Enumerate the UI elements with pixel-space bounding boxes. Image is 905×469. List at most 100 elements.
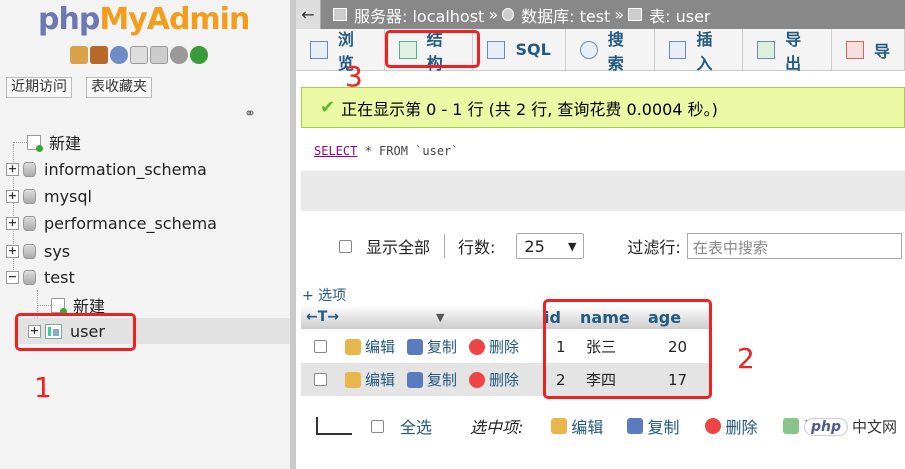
- tab-insert[interactable]: 插入: [655, 29, 744, 73]
- tab-export[interactable]: 导出: [743, 29, 832, 73]
- breadcrumb-table[interactable]: 表: user: [649, 3, 710, 27]
- success-message: ✔ 正在显示第 0 - 1 行 (共 2 行, 查询花费 0.0004 秒。): [301, 87, 905, 128]
- row-checkbox[interactable]: [314, 373, 327, 386]
- recent-tables-button[interactable]: 近期访问: [6, 77, 72, 98]
- search-icon: [579, 40, 598, 59]
- pencil-icon: [345, 338, 361, 355]
- filter-rows-input[interactable]: 在表中搜索: [686, 233, 902, 259]
- bulk-copy-button[interactable]: 复制: [627, 414, 679, 438]
- database-icon: [23, 161, 36, 177]
- database-icon: [23, 215, 36, 231]
- link-with-main-icon[interactable]: ⚭: [244, 106, 256, 122]
- rows-label: 行数:: [458, 238, 496, 257]
- copy-icon: [627, 418, 644, 434]
- pencil-icon: [551, 418, 568, 434]
- tree-label: performance_schema: [44, 213, 217, 233]
- row-edit-button[interactable]: 编辑: [345, 369, 395, 390]
- navigation-panel: phpMyAdmin 近期访问 表收藏夹 ⚭ 新建 + information_s…: [0, 0, 290, 469]
- breadcrumb-separator: »: [614, 5, 625, 24]
- bulk-edit-button[interactable]: 编辑: [551, 414, 603, 438]
- delete-icon: [469, 338, 486, 355]
- tree-db-information-schema[interactable]: + information_schema: [6, 156, 207, 182]
- tree-label: test: [44, 267, 75, 287]
- tab-sql[interactable]: SQL: [473, 29, 566, 70]
- breadcrumb-separator: »: [488, 5, 499, 24]
- chevron-down-icon: ▼: [567, 239, 577, 253]
- home-icon[interactable]: [70, 46, 88, 64]
- select-all-checkbox[interactable]: [371, 419, 384, 433]
- tab-import[interactable]: 导: [832, 29, 905, 70]
- query-toolbar: [301, 171, 905, 211]
- export-icon: [757, 40, 776, 59]
- bulk-delete-button[interactable]: 删除: [705, 414, 757, 438]
- tree-label: sys: [44, 241, 71, 261]
- tree-label: 新建: [49, 134, 82, 153]
- chevron-down-icon[interactable]: ▼: [436, 311, 544, 324]
- annotation-number-1: 1: [34, 371, 52, 404]
- tree-new-database[interactable]: 新建: [27, 129, 81, 155]
- expand-icon[interactable]: +: [6, 189, 19, 203]
- breadcrumb-database[interactable]: 数据库: test: [521, 3, 610, 27]
- arrow-up-icon: [316, 417, 352, 435]
- pencil-icon: [345, 371, 361, 388]
- browse-icon: [310, 40, 328, 59]
- database-icon: [23, 269, 36, 285]
- reload-icon[interactable]: [190, 46, 208, 64]
- tree-db-performance-schema[interactable]: + performance_schema: [6, 210, 217, 236]
- logout-icon[interactable]: [90, 46, 108, 64]
- show-all-checkbox[interactable]: [339, 239, 352, 253]
- site-watermark: php 中文网: [804, 416, 897, 437]
- sql-query[interactable]: SELECT * FROM `user`: [301, 129, 905, 171]
- show-all-label: 显示全部: [366, 238, 431, 257]
- check-icon: ✔: [320, 97, 336, 118]
- expand-icon[interactable]: +: [6, 162, 19, 176]
- breadcrumb-server[interactable]: 服务器: localhost: [354, 3, 484, 27]
- server-icon: [333, 8, 347, 21]
- docs-icon[interactable]: [130, 46, 148, 64]
- tab-browse[interactable]: 浏览: [296, 29, 385, 73]
- rows-per-page-select[interactable]: 25 ▼: [516, 233, 585, 259]
- divider: [444, 234, 446, 258]
- select-all-label[interactable]: 全选: [400, 414, 432, 438]
- tree-label: mysql: [44, 186, 92, 206]
- row-copy-button[interactable]: 复制: [407, 369, 457, 390]
- watermark-logo: php: [804, 417, 849, 436]
- favorite-tables-button[interactable]: 表收藏夹: [86, 77, 152, 98]
- tree-db-sys[interactable]: + sys: [6, 238, 70, 264]
- expand-icon[interactable]: +: [6, 216, 19, 230]
- sort-arrows-icon[interactable]: ←T→: [301, 309, 436, 325]
- sql-docs-icon[interactable]: [150, 46, 168, 64]
- watermark-text: 中文网: [852, 418, 898, 436]
- export-icon: [783, 418, 800, 434]
- help-icon[interactable]: [110, 46, 128, 64]
- navigation-row: 显示全部 行数: 25 ▼ 过滤行: 在表中搜索: [296, 227, 905, 265]
- filter-label: 过滤行:: [627, 238, 681, 257]
- back-arrow-icon[interactable]: ←: [296, 0, 321, 29]
- import-icon: [846, 40, 864, 59]
- row-checkbox[interactable]: [314, 340, 327, 353]
- new-table-icon: [51, 297, 67, 315]
- row-edit-button[interactable]: 编辑: [345, 336, 395, 357]
- main-content: ← 服务器: localhost » 数据库: test » 表: user 浏…: [296, 0, 905, 469]
- annotation-box-2: [543, 299, 712, 399]
- collapse-icon[interactable]: −: [6, 270, 19, 284]
- delete-icon: [705, 418, 722, 434]
- expand-icon[interactable]: +: [6, 244, 19, 258]
- row-delete-button[interactable]: 删除: [469, 369, 519, 390]
- annotation-box-1: [15, 313, 136, 351]
- gear-icon[interactable]: [170, 46, 188, 64]
- copy-icon: [407, 338, 424, 355]
- tree-label: information_schema: [44, 159, 207, 179]
- database-icon: [23, 243, 36, 259]
- annotation-number-2: 2: [737, 342, 755, 375]
- options-link[interactable]: + 选项: [302, 285, 346, 305]
- row-copy-button[interactable]: 复制: [407, 336, 457, 357]
- phpmyadmin-logo[interactable]: phpMyAdmin: [38, 2, 250, 37]
- sql-icon: [487, 40, 506, 59]
- tab-search[interactable]: 搜索: [566, 29, 655, 73]
- insert-icon: [668, 40, 687, 59]
- row-delete-button[interactable]: 删除: [469, 336, 519, 357]
- with-selected-label: 选中项:: [470, 418, 524, 437]
- tree-db-mysql[interactable]: + mysql: [6, 183, 92, 209]
- tree-db-test[interactable]: − test: [6, 264, 75, 290]
